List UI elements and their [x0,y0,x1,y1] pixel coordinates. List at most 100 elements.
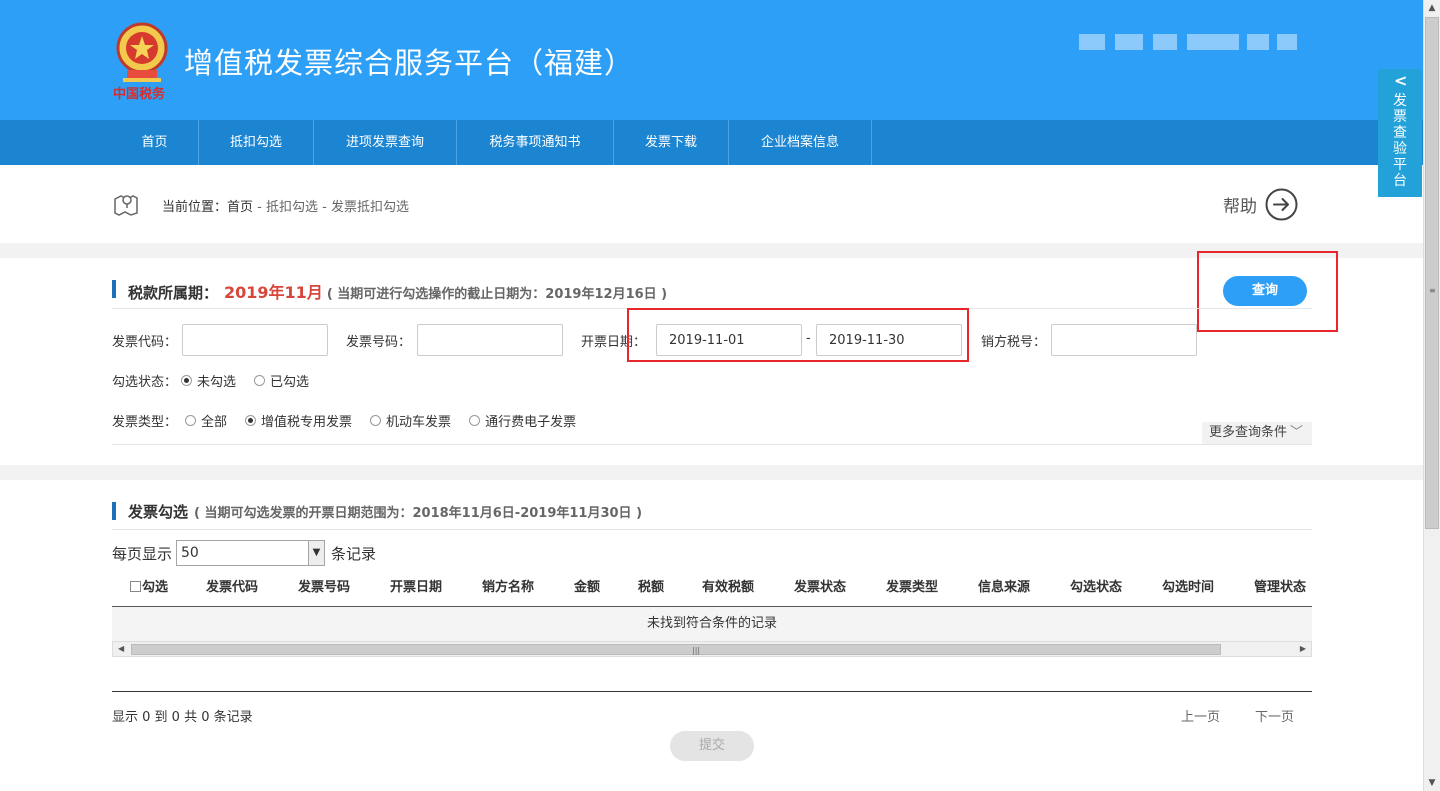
radio-label: 通行费电子发票 [485,415,577,430]
invoice-selection-title: 发票勾选 [128,503,189,521]
chevron-left-icon: < [1394,71,1408,90]
side-tab-label: 发票查验平台 [1393,93,1407,189]
tax-emblem-logo: 中国税务 [113,22,168,102]
scrollbar-thumb[interactable]: ||| [131,644,1221,655]
invoice-number-label: 发票号码： [346,335,412,350]
page-vertical-scrollbar[interactable]: ▲ ≡ ▼ [1423,0,1440,791]
column-manage-status: 管理状态 [1254,580,1307,595]
help-link[interactable]: 帮助 [1223,187,1298,221]
page-size-control: 每页显示 50 ▼ 条记录 [112,540,376,566]
pagination-summary: 显示 0 到 0 共 0 条记录 [112,710,253,725]
column-invoice-status: 发票状态 [794,580,847,595]
scroll-left-icon[interactable]: ◀ [118,642,124,656]
help-label: 帮助 [1223,196,1257,217]
invoice-code-label: 发票代码： [112,335,178,350]
invoice-type-label: 发票类型： [112,415,178,430]
radio-label: 机动车发票 [386,415,452,430]
radio-label: 全部 [201,415,228,430]
range-note: ( 当期可勾选发票的开票日期范围为：2018年11月6日-2019年11月30日… [194,506,643,521]
breadcrumb-separator: - [318,200,331,215]
radio-dot [185,415,197,426]
more-conditions-button[interactable]: 更多查询条件 ﹀ [1202,422,1312,444]
seller-tax-id-input[interactable] [1051,324,1197,356]
radio-dot [254,375,266,386]
page-size-prefix: 每页显示 [112,544,173,563]
divider [112,691,1312,692]
more-conditions-label: 更多查询条件 [1209,425,1288,440]
highlight-query-button [1197,251,1338,332]
breadcrumb-separator: - [253,200,266,215]
nav-item-company-profile[interactable]: 企业档案信息 [729,120,872,165]
empty-table-message: 未找到符合条件的记录 [112,607,1312,641]
main-nav: 首页 抵扣勾选 进项发票查询 税务事项通知书 发票下载 企业档案信息 [0,120,1423,165]
breadcrumb-prefix: 当前位置： [162,200,228,215]
column-effective-tax: 有效税额 [702,580,755,595]
scroll-up-icon[interactable]: ▲ [1424,0,1440,16]
submit-button[interactable]: 提交 [670,731,754,761]
radio-checked[interactable]: 已勾选 [254,371,309,390]
column-info-source: 信息来源 [978,580,1031,595]
nav-item-tax-notice[interactable]: 税务事项通知书 [457,120,614,165]
radio-label: 增值税专用发票 [261,415,353,430]
column-check-status: 勾选状态 [1070,580,1123,595]
invoice-code-input[interactable] [182,324,328,356]
radio-type-all[interactable]: 全部 [185,411,227,430]
svg-text:中国税务: 中国税务 [113,86,166,102]
select-all-checkbox[interactable] [130,581,141,592]
radio-type-vehicle[interactable]: 机动车发票 [370,411,451,430]
next-page-button[interactable]: 下一页 [1255,706,1294,725]
invoice-number-input[interactable] [417,324,563,356]
nav-item-input-invoice-query[interactable]: 进项发票查询 [314,120,457,165]
deadline-note: ( 当期可进行勾选操作的截止日期为：2019年12月16日 ) [326,287,668,302]
invoice-selection-heading: 发票勾选 ( 当期可勾选发票的开票日期范围为：2018年11月6日-2019年1… [112,501,642,522]
scroll-down-icon[interactable]: ▼ [1424,775,1440,791]
table-header: 勾选 发票代码 发票号码 开票日期 销方名称 金额 税额 有效税额 发票状态 发… [112,574,1312,607]
location-map-icon [114,195,138,216]
nav-item-home[interactable]: 首页 [111,120,199,165]
radio-unchecked[interactable]: 未勾选 [181,371,236,390]
arrow-right-circle-icon [1265,188,1298,220]
browser-page: 中国税务 增值税发票综合服务平台（福建） 首页 抵扣勾选 进项发票查询 税务事项… [0,0,1440,791]
grip-icon: ||| [692,646,701,655]
invoice-verification-side-tab[interactable]: < 发票查验平台 [1378,69,1422,197]
column-check-time: 勾选时间 [1162,580,1215,595]
radio-label: 已勾选 [270,375,310,390]
column-issue-date: 开票日期 [390,580,443,595]
user-info-blurred [1079,34,1297,50]
radio-dot [469,415,481,426]
query-panel: 税款所属期： 2019年11月 ( 当期可进行勾选操作的截止日期为：2019年1… [0,251,1423,465]
highlight-issue-date [627,308,969,362]
divider [112,444,1312,445]
breadcrumb-current: 发票抵扣勾选 [330,200,409,215]
seller-tax-id-label: 销方税号： [981,335,1047,350]
column-select-all[interactable]: 勾选 [130,574,168,607]
site-header: 中国税务 增值税发票综合服务平台（福建） [0,0,1423,120]
radio-type-toll[interactable]: 通行费电子发票 [469,411,576,430]
column-amount: 金额 [574,580,601,595]
breadcrumb-deduction[interactable]: 抵扣勾选 [266,200,318,215]
page-size-select[interactable]: 50 ▼ [176,540,326,566]
radio-dot [181,375,193,386]
chevron-down-icon: ﹀ [1290,425,1304,440]
column-label: 勾选 [142,580,169,595]
table-horizontal-scrollbar[interactable]: ◀ ||| ▶ [112,641,1312,657]
radio-dot [245,415,257,426]
check-status-label: 勾选状态： [112,375,178,390]
column-tax: 税额 [638,580,665,595]
breadcrumb-panel: 当前位置：首页 - 抵扣勾选 - 发票抵扣勾选 帮助 [0,165,1423,243]
nav-item-deduction-check[interactable]: 抵扣勾选 [199,120,314,165]
scrollbar-thumb[interactable]: ≡ [1425,17,1439,529]
breadcrumb-home[interactable]: 首页 [227,200,253,215]
divider [112,529,1312,530]
page-size-value: 50 [181,545,199,561]
invoice-type-group: 发票类型： 全部 增值税专用发票 机动车发票 通行费电子发票 [112,411,594,430]
radio-dot [370,415,382,426]
nav-item-invoice-download[interactable]: 发票下载 [614,120,729,165]
breadcrumb: 当前位置：首页 - 抵扣勾选 - 发票抵扣勾选 [162,196,409,215]
scroll-right-icon[interactable]: ▶ [1300,642,1306,656]
tax-period-label: 税款所属期： [128,284,219,302]
site-title: 增值税发票综合服务平台（福建） [184,46,635,80]
radio-type-vat-special[interactable]: 增值税专用发票 [245,411,352,430]
page-size-suffix: 条记录 [331,544,377,563]
prev-page-button[interactable]: 上一页 [1181,706,1220,725]
